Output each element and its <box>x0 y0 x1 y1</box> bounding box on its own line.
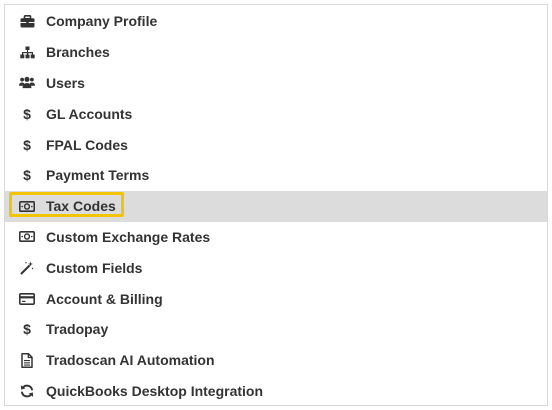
menu-item-label: Users <box>46 74 85 91</box>
menu-item-company-profile[interactable]: Company Profile <box>5 6 547 37</box>
settings-menu-panel: Company Profile Branches Users $ GL Acco… <box>4 4 548 406</box>
sync-icon <box>19 383 35 399</box>
dollar-glyph: $ <box>23 105 31 122</box>
menu-item-custom-fields[interactable]: Custom Fields <box>5 252 547 283</box>
menu-item-label: QuickBooks Desktop Integration <box>46 382 264 399</box>
menu-item-payment-terms[interactable]: $ Payment Terms <box>5 160 547 191</box>
menu-item-label: Tradoscan AI Automation <box>46 352 215 369</box>
settings-menu: Company Profile Branches Users $ GL Acco… <box>5 6 547 406</box>
sitemap-icon <box>19 44 35 60</box>
magic-wand-icon <box>19 260 35 276</box>
credit-card-icon <box>19 291 35 307</box>
menu-item-quickbooks-desktop-integration[interactable]: QuickBooks Desktop Integration <box>5 376 547 407</box>
menu-item-label: Branches <box>46 44 110 61</box>
dollar-glyph: $ <box>23 167 31 184</box>
menu-item-label: Payment Terms <box>46 167 150 184</box>
dollar-glyph: $ <box>23 136 31 153</box>
file-text-icon <box>19 352 35 368</box>
menu-item-tax-codes[interactable]: Tax Codes <box>5 190 547 222</box>
menu-item-label: FPAL Codes <box>46 136 128 153</box>
menu-item-gl-accounts[interactable]: $ GL Accounts <box>5 98 547 129</box>
briefcase-icon <box>19 13 35 29</box>
menu-item-branches[interactable]: Branches <box>5 37 547 68</box>
menu-item-tradoscan-ai-automation[interactable]: Tradoscan AI Automation <box>5 345 547 376</box>
dollar-icon: $ <box>19 106 35 122</box>
menu-item-fpal-codes[interactable]: $ FPAL Codes <box>5 129 547 160</box>
dollar-icon: $ <box>19 167 35 183</box>
menu-item-label: Custom Fields <box>46 259 143 276</box>
menu-item-tradopay[interactable]: $ Tradopay <box>5 314 547 345</box>
menu-item-label: Tradopay <box>46 321 109 338</box>
money-bill-icon <box>19 229 35 245</box>
menu-item-users[interactable]: Users <box>5 68 547 99</box>
menu-item-label: Custom Exchange Rates <box>46 228 211 245</box>
users-icon <box>19 75 35 91</box>
dollar-icon: $ <box>19 321 35 337</box>
menu-item-label: Company Profile <box>46 13 158 30</box>
menu-item-label: GL Accounts <box>46 105 133 122</box>
dollar-icon: $ <box>19 137 35 153</box>
menu-item-account-billing[interactable]: Account & Billing <box>5 283 547 314</box>
dollar-glyph: $ <box>23 321 31 338</box>
money-bill-icon <box>19 198 35 214</box>
menu-item-label: Account & Billing <box>46 290 163 307</box>
menu-item-label: Tax Codes <box>46 198 116 215</box>
menu-item-custom-exchange-rates[interactable]: Custom Exchange Rates <box>5 222 547 253</box>
